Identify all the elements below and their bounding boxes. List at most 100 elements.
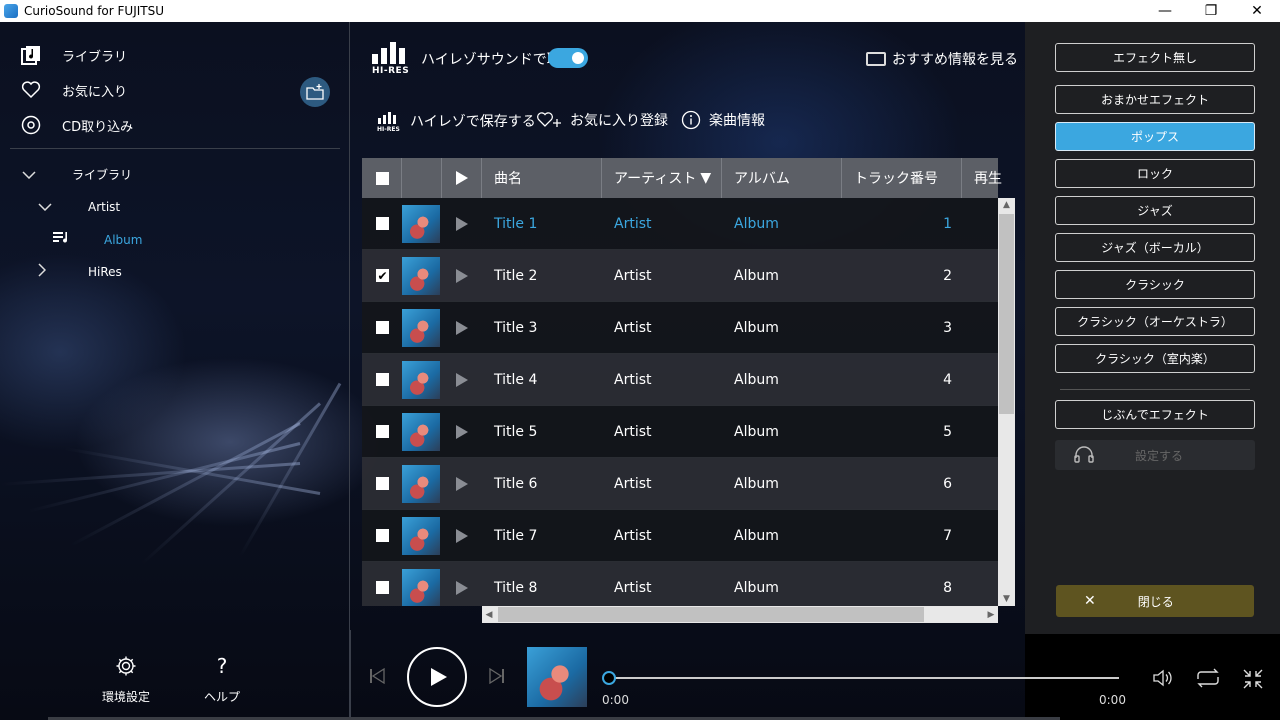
- row-play-icon[interactable]: [442, 302, 482, 354]
- effect-button[interactable]: ジャズ（ボーカル）: [1055, 233, 1255, 262]
- nav-library[interactable]: ライブラリ: [20, 44, 127, 66]
- row-checkbox[interactable]: [362, 354, 402, 406]
- volume-button[interactable]: [1152, 668, 1174, 693]
- row-checkbox[interactable]: [362, 302, 402, 354]
- chevron-down-icon: [38, 199, 58, 215]
- header-album[interactable]: アルバム: [722, 158, 842, 198]
- sidebar: ライブラリ お気に入り CD取り込み ライブラリ Artist Album Hi…: [0, 22, 350, 720]
- add-favorite-button[interactable]: お気に入り登録: [536, 110, 668, 130]
- svg-text:HI-RES: HI-RES: [377, 126, 400, 132]
- row-play-icon[interactable]: [442, 562, 482, 607]
- row-checkbox[interactable]: [362, 510, 402, 562]
- table-row[interactable]: Title 3 Artist Album 3: [362, 302, 998, 354]
- repeat-button[interactable]: [1194, 668, 1222, 693]
- nav-cd-import-label: CD取り込み: [62, 119, 134, 135]
- header-artist[interactable]: アーティスト ▼: [602, 158, 722, 198]
- help-label: ヘルプ: [204, 690, 241, 704]
- row-checkbox[interactable]: [362, 198, 402, 250]
- table-row[interactable]: Title 1 Artist Album 1: [362, 198, 998, 250]
- table-row[interactable]: Title 4 Artist Album 4: [362, 354, 998, 406]
- sidebar-divider: [10, 148, 340, 149]
- settings-button[interactable]: 環境設定: [102, 652, 150, 705]
- tree-library[interactable]: ライブラリ: [22, 166, 132, 183]
- tree-album[interactable]: Album: [52, 231, 142, 248]
- previous-track-button[interactable]: [369, 667, 385, 689]
- custom-effect-button[interactable]: じぶんでエフェクト: [1055, 400, 1255, 429]
- add-folder-button[interactable]: [300, 77, 330, 107]
- close-effects-label: 閉じる: [1137, 594, 1174, 609]
- select-all-checkbox[interactable]: [362, 158, 402, 198]
- scroll-down-icon[interactable]: ▼: [998, 592, 1015, 606]
- effect-button[interactable]: クラシック（オーケストラ）: [1055, 307, 1255, 336]
- row-artwork: [402, 562, 442, 606]
- seek-bar[interactable]: [608, 677, 1119, 679]
- hires-listen-toggle[interactable]: [548, 48, 588, 68]
- row-play-icon[interactable]: [442, 354, 482, 406]
- row-checkbox[interactable]: ✔: [362, 250, 402, 302]
- next-track-button[interactable]: [489, 667, 505, 689]
- table-row[interactable]: Title 7 Artist Album 7: [362, 510, 998, 562]
- row-title: Title 2: [494, 267, 538, 284]
- row-artwork: [402, 458, 442, 510]
- header-track-number[interactable]: トラック番号: [842, 158, 962, 198]
- row-title: Title 4: [494, 371, 538, 388]
- row-checkbox[interactable]: [362, 562, 402, 607]
- recommend-button[interactable]: おすすめ情報を見る: [866, 49, 1018, 69]
- tree-hires[interactable]: HiRes: [38, 263, 122, 281]
- maximize-button[interactable]: ❐: [1188, 0, 1234, 22]
- row-checkbox[interactable]: [362, 458, 402, 510]
- row-artist: Artist: [614, 527, 652, 544]
- effect-button[interactable]: ジャズ: [1055, 196, 1255, 225]
- row-checkbox[interactable]: [362, 406, 402, 458]
- scroll-right-icon[interactable]: ▶: [984, 606, 998, 623]
- table-row[interactable]: Title 5 Artist Album 5: [362, 406, 998, 458]
- scroll-left-icon[interactable]: ◀: [482, 606, 496, 623]
- cd-icon: [20, 114, 42, 136]
- effect-button[interactable]: クラシック（室内楽）: [1055, 344, 1255, 373]
- mini-player-button[interactable]: [1242, 668, 1264, 695]
- seek-knob[interactable]: [602, 671, 616, 685]
- table-row[interactable]: ✔ Title 2 Artist Album 2: [362, 250, 998, 302]
- row-artwork: [402, 302, 442, 354]
- row-artist: Artist: [614, 215, 652, 232]
- horizontal-scrollbar[interactable]: ◀ ▶: [482, 606, 998, 623]
- effect-button[interactable]: クラシック: [1055, 270, 1255, 299]
- playlist-icon: [52, 231, 72, 248]
- play-icon: [431, 668, 447, 686]
- row-play-icon[interactable]: [442, 250, 482, 302]
- tree-artist[interactable]: Artist: [38, 199, 120, 215]
- effect-button[interactable]: エフェクト無し: [1055, 43, 1255, 72]
- row-artist: Artist: [614, 319, 652, 336]
- track-info-button[interactable]: 楽曲情報: [681, 110, 765, 130]
- header-title[interactable]: 曲名: [482, 158, 602, 198]
- row-play-icon[interactable]: [442, 458, 482, 510]
- row-play-icon[interactable]: [442, 510, 482, 562]
- close-window-button[interactable]: ✕: [1234, 0, 1280, 22]
- row-play-icon[interactable]: [442, 406, 482, 458]
- repeat-icon: [1197, 668, 1219, 688]
- effect-button[interactable]: ポップス: [1055, 122, 1255, 151]
- effect-button[interactable]: おまかせエフェクト: [1055, 85, 1255, 114]
- heart-icon: [20, 79, 42, 101]
- save-hires-button[interactable]: HI-RES ハイレゾで保存する: [376, 110, 536, 132]
- header-play-count[interactable]: 再生: [962, 158, 1015, 198]
- row-play-icon[interactable]: [442, 198, 482, 250]
- row-artwork: [402, 250, 442, 302]
- play-button[interactable]: [407, 647, 467, 707]
- row-track-number: 2: [943, 267, 952, 284]
- vertical-scroll-thumb[interactable]: [999, 214, 1014, 414]
- help-button[interactable]: ? ヘルプ: [204, 652, 240, 705]
- nav-favorites[interactable]: お気に入り: [20, 79, 127, 101]
- effect-button[interactable]: ロック: [1055, 159, 1255, 188]
- monitor-icon: [866, 52, 886, 66]
- effects-divider: [1060, 389, 1250, 390]
- minimize-button[interactable]: —: [1142, 0, 1188, 22]
- effect-settings-button[interactable]: 設定する: [1055, 440, 1255, 470]
- close-effects-button[interactable]: ✕ 閉じる: [1056, 585, 1254, 617]
- horizontal-scroll-thumb[interactable]: [498, 607, 924, 622]
- nav-cd-import[interactable]: CD取り込み: [20, 114, 133, 136]
- table-row[interactable]: Title 6 Artist Album 6: [362, 458, 998, 510]
- table-row[interactable]: Title 8 Artist Album 8: [362, 562, 998, 606]
- scroll-up-icon[interactable]: ▲: [998, 198, 1015, 212]
- vertical-scrollbar[interactable]: ▲ ▼: [998, 198, 1015, 606]
